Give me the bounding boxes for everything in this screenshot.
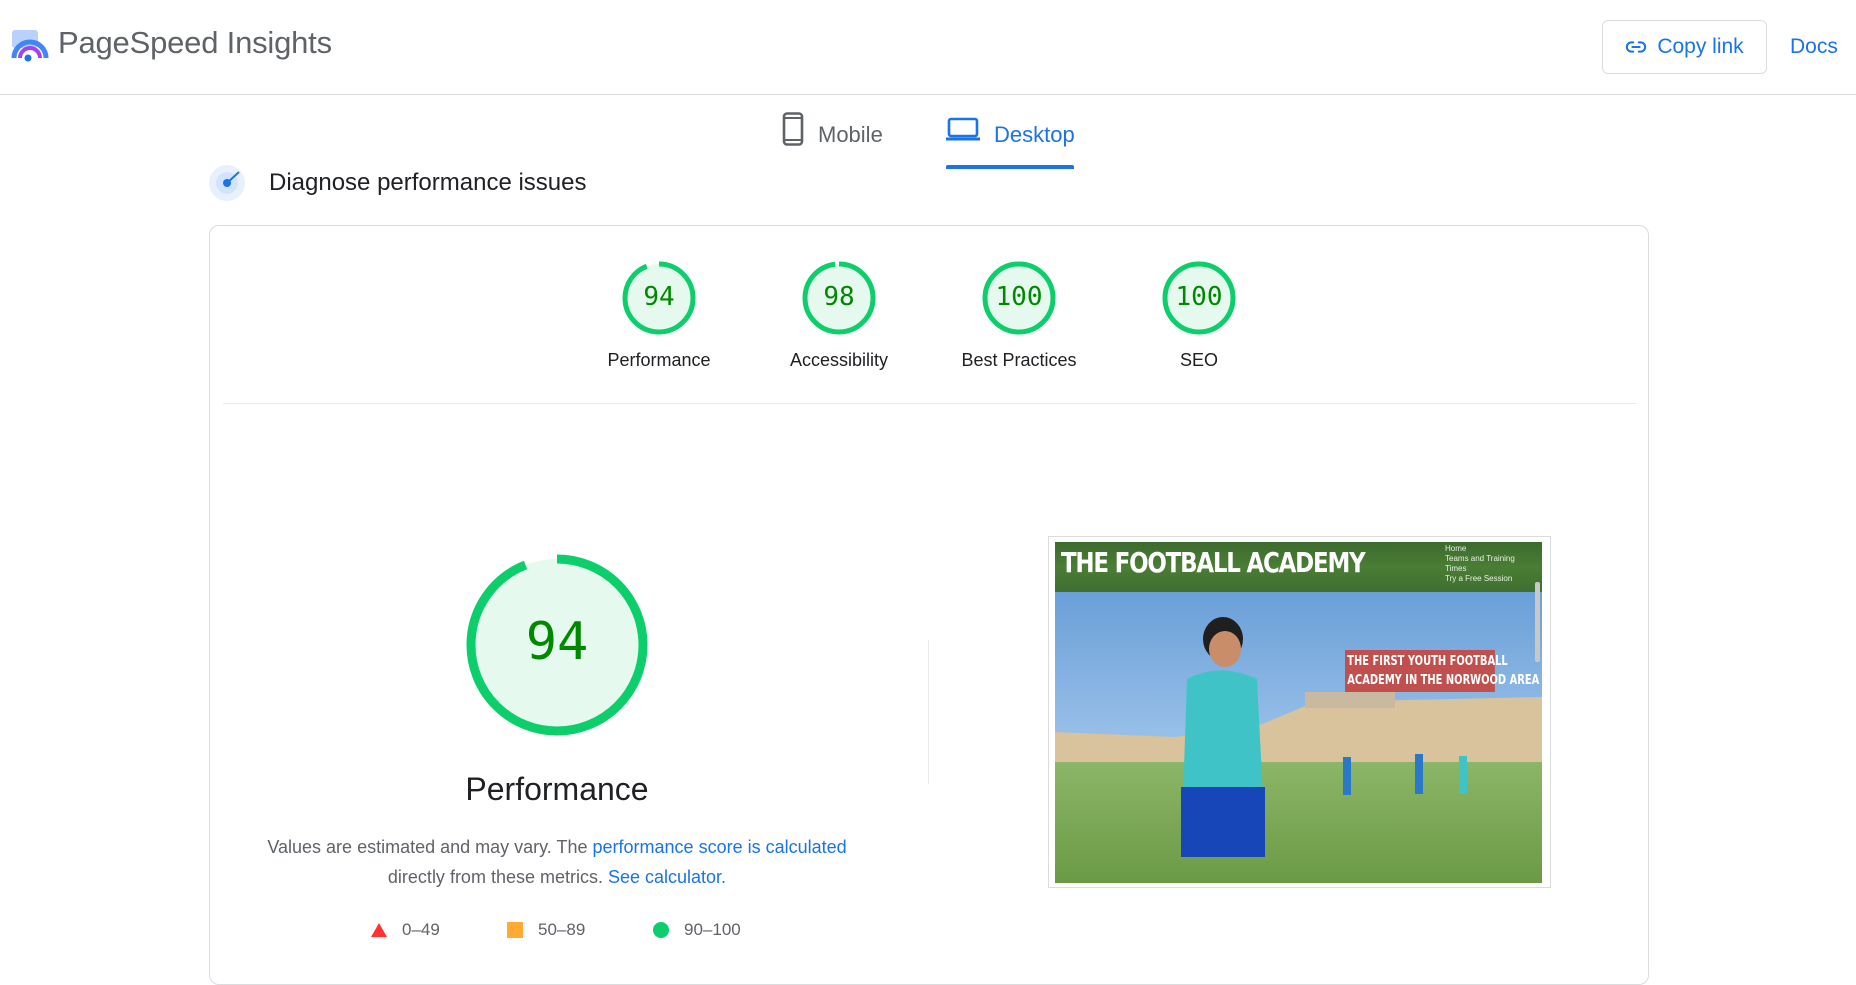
see-calculator-link[interactable]: See calculator. — [608, 867, 726, 887]
banner-line: ACADEMY IN THE NORWOOD AREA — [1347, 673, 1540, 688]
screenshot-nav-item: Try a Free Session — [1445, 574, 1513, 583]
legend-average-range: 50–89 — [538, 920, 586, 939]
screenshot-scrollbar — [1535, 582, 1540, 662]
top-bar: PageSpeed Insights Copy link Docs — [0, 0, 1856, 95]
tab-mobile-label: Mobile — [818, 122, 883, 147]
score-value: 100 — [995, 282, 1043, 312]
performance-description: Values are estimated and may vary. The p… — [250, 832, 864, 892]
player-image — [1181, 617, 1265, 857]
diagnose-title: Diagnose performance issues — [269, 169, 587, 196]
tab-mobile[interactable]: Mobile — [782, 112, 883, 170]
screenshot-banner: THE FIRST YOUTH FOOTBALL ACADEMY IN THE … — [1345, 650, 1540, 692]
desc-text: Values are estimated and may vary. The — [267, 837, 593, 857]
banner-line: THE FIRST YOUTH FOOTBALL — [1347, 654, 1508, 669]
score-label: Best Practices — [961, 350, 1077, 370]
score-value: 94 — [643, 282, 675, 312]
legend-average: 50–89 — [506, 920, 585, 940]
stadium-stands-image — [1055, 692, 1542, 762]
screenshot-site-title: THE FOOTBALL ACADEMY — [1061, 546, 1366, 579]
background-players-image — [1343, 754, 1467, 795]
screenshot-nav-item: Teams and Training — [1445, 554, 1515, 563]
link-icon — [1626, 41, 1647, 53]
page-screenshot[interactable]: THE FOOTBALL ACADEMY Home Teams and Trai… — [1055, 542, 1542, 883]
score-value: 100 — [1175, 282, 1223, 312]
app-title[interactable]: PageSpeed Insights — [58, 25, 332, 61]
score-value: 98 — [823, 282, 855, 312]
legend-fail: 0–49 — [370, 920, 440, 940]
pagespeed-logo-icon[interactable] — [10, 28, 50, 68]
performance-score: 94 — [525, 612, 589, 672]
screenshot-header: THE FOOTBALL ACADEMY Home Teams and Trai… — [1055, 542, 1542, 592]
legend-fail-range: 0–49 — [402, 920, 440, 939]
screenshot-nav-item: Home — [1445, 544, 1467, 553]
score-calculated-link[interactable]: performance score is calculated — [593, 837, 847, 857]
score-label: Performance — [607, 350, 711, 370]
legend-pass-range: 90–100 — [684, 920, 741, 939]
section-divider — [223, 403, 1636, 404]
score-gauge-performance[interactable]: 94 Performance — [584, 260, 734, 371]
score-label: SEO — [1179, 350, 1218, 370]
score-gauge-accessibility[interactable]: 98 Accessibility — [764, 260, 914, 371]
screenshot-nav: Home Teams and Training Times Try a Free… — [1445, 544, 1515, 584]
tab-desktop[interactable]: Desktop — [946, 112, 1075, 170]
screenshot-nav-item: Times — [1445, 564, 1467, 573]
diagnose-icon — [209, 165, 245, 201]
score-label: Accessibility — [789, 350, 889, 370]
laptop-icon — [946, 117, 980, 141]
green-circle-icon — [653, 922, 669, 938]
tab-desktop-label: Desktop — [994, 122, 1075, 147]
desc-text-2: directly from these metrics. — [387, 867, 608, 887]
red-triangle-icon — [371, 923, 387, 937]
copy-link-button[interactable]: Copy link — [1602, 20, 1767, 74]
copy-link-label: Copy link — [1657, 35, 1744, 58]
vertical-divider — [928, 640, 929, 784]
legend-pass: 90–100 — [652, 920, 741, 940]
docs-link[interactable]: Docs — [1790, 35, 1838, 59]
active-tab-indicator — [946, 165, 1074, 169]
score-gauge-best-practices[interactable]: 100 Best Practices — [944, 260, 1094, 371]
orange-square-icon — [507, 922, 523, 938]
score-gauge-seo[interactable]: 100 SEO — [1124, 260, 1274, 371]
performance-title: Performance — [465, 771, 649, 807]
smartphone-icon — [782, 112, 804, 146]
